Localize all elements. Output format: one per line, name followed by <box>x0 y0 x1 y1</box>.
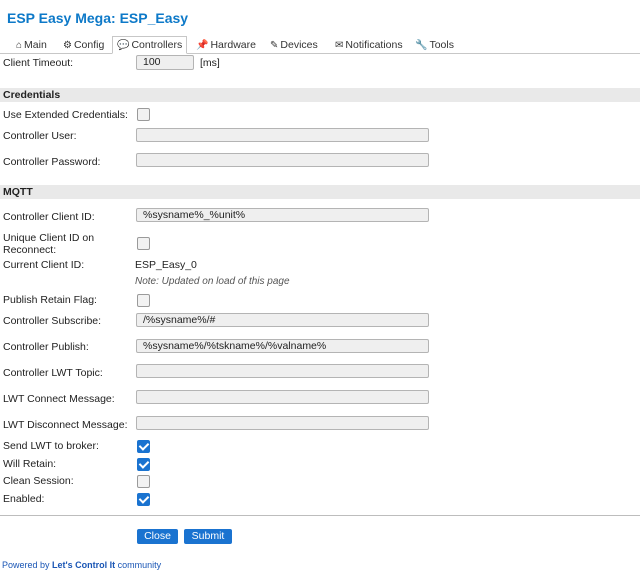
enabled-label: Enabled: <box>3 493 45 505</box>
retain-flag-label: Publish Retain Flag: <box>3 294 97 306</box>
current-id-note: Note: Updated on load of this page <box>135 276 290 287</box>
use-extended-label: Use Extended Credentials: <box>3 109 128 121</box>
tab-notifications[interactable]: ✉ Notifications <box>335 38 403 52</box>
use-extended-checkbox[interactable] <box>137 108 150 121</box>
subscribe-label: Controller Subscribe: <box>3 315 102 327</box>
controller-password-label: Controller Password: <box>3 156 101 168</box>
tab-bar: ⌂ Main ⚙ Config 💬 Controllers 📌 Hardware ✎ De… <box>0 36 640 54</box>
lwt-connect-input[interactable] <box>136 390 429 404</box>
envelope-icon: ✉ <box>335 40 344 51</box>
credentials-header: Credentials <box>0 88 640 102</box>
tab-devices[interactable]: ✎ Devices <box>270 38 318 52</box>
client-timeout-unit: [ms] <box>200 57 220 69</box>
send-lwt-checkbox[interactable] <box>137 440 150 453</box>
subscribe-input[interactable]: /%sysname%/# <box>136 313 429 327</box>
close-button[interactable]: Close <box>137 529 178 544</box>
lwt-connect-label: LWT Connect Message: <box>3 393 115 405</box>
chat-icon: 💬 <box>117 40 130 51</box>
tab-controllers[interactable]: 💬 Controllers <box>112 36 188 54</box>
publish-input[interactable]: %sysname%/%tskname%/%valname% <box>136 339 429 353</box>
plug-icon: ✎ <box>270 40 279 51</box>
enabled-checkbox[interactable] <box>137 493 150 506</box>
retain-flag-checkbox[interactable] <box>137 294 150 307</box>
client-timeout-label: Client Timeout: <box>3 57 74 69</box>
app-title: ESP Easy Mega: ESP_Easy <box>7 10 189 26</box>
controller-user-label: Controller User: <box>3 130 77 142</box>
tab-tools[interactable]: 🔧 Tools <box>415 38 454 52</box>
lwt-topic-label: Controller LWT Topic: <box>3 367 103 379</box>
lwt-disconnect-input[interactable] <box>136 416 429 430</box>
divider <box>0 515 640 516</box>
lwt-disconnect-label: LWT Disconnect Message: <box>3 419 128 431</box>
lwt-topic-input[interactable] <box>136 364 429 378</box>
client-id-input[interactable]: %sysname%_%unit% <box>136 208 429 222</box>
current-id-label: Current Client ID: <box>3 259 85 271</box>
pin-icon: 📌 <box>196 40 209 51</box>
submit-button[interactable]: Submit <box>184 529 232 544</box>
tab-hardware[interactable]: 📌 Hardware <box>196 38 256 52</box>
unique-id-checkbox[interactable] <box>137 237 150 250</box>
footer-link[interactable]: Let's Control It <box>52 560 115 570</box>
controller-user-input[interactable] <box>136 128 429 142</box>
tab-main[interactable]: ⌂ Main <box>16 38 47 52</box>
gear-icon: ⚙ <box>63 40 72 51</box>
tab-config[interactable]: ⚙ Config <box>63 38 104 52</box>
client-timeout-input[interactable]: 100 <box>136 55 194 70</box>
home-icon: ⌂ <box>16 40 23 51</box>
clean-session-label: Clean Session: <box>3 475 74 487</box>
controller-password-input[interactable] <box>136 153 429 167</box>
clean-session-checkbox[interactable] <box>137 475 150 488</box>
client-id-label: Controller Client ID: <box>3 211 95 223</box>
publish-label: Controller Publish: <box>3 341 89 353</box>
will-retain-checkbox[interactable] <box>137 458 150 471</box>
wrench-icon: 🔧 <box>415 40 428 51</box>
send-lwt-label: Send LWT to broker: <box>3 440 99 452</box>
unique-id-label: Unique Client ID on Reconnect: <box>3 232 95 256</box>
current-id-value: ESP_Easy_0 <box>135 259 197 271</box>
footer: Powered by Let's Control It community <box>2 560 162 570</box>
will-retain-label: Will Retain: <box>3 458 57 470</box>
mqtt-header: MQTT <box>0 185 640 199</box>
